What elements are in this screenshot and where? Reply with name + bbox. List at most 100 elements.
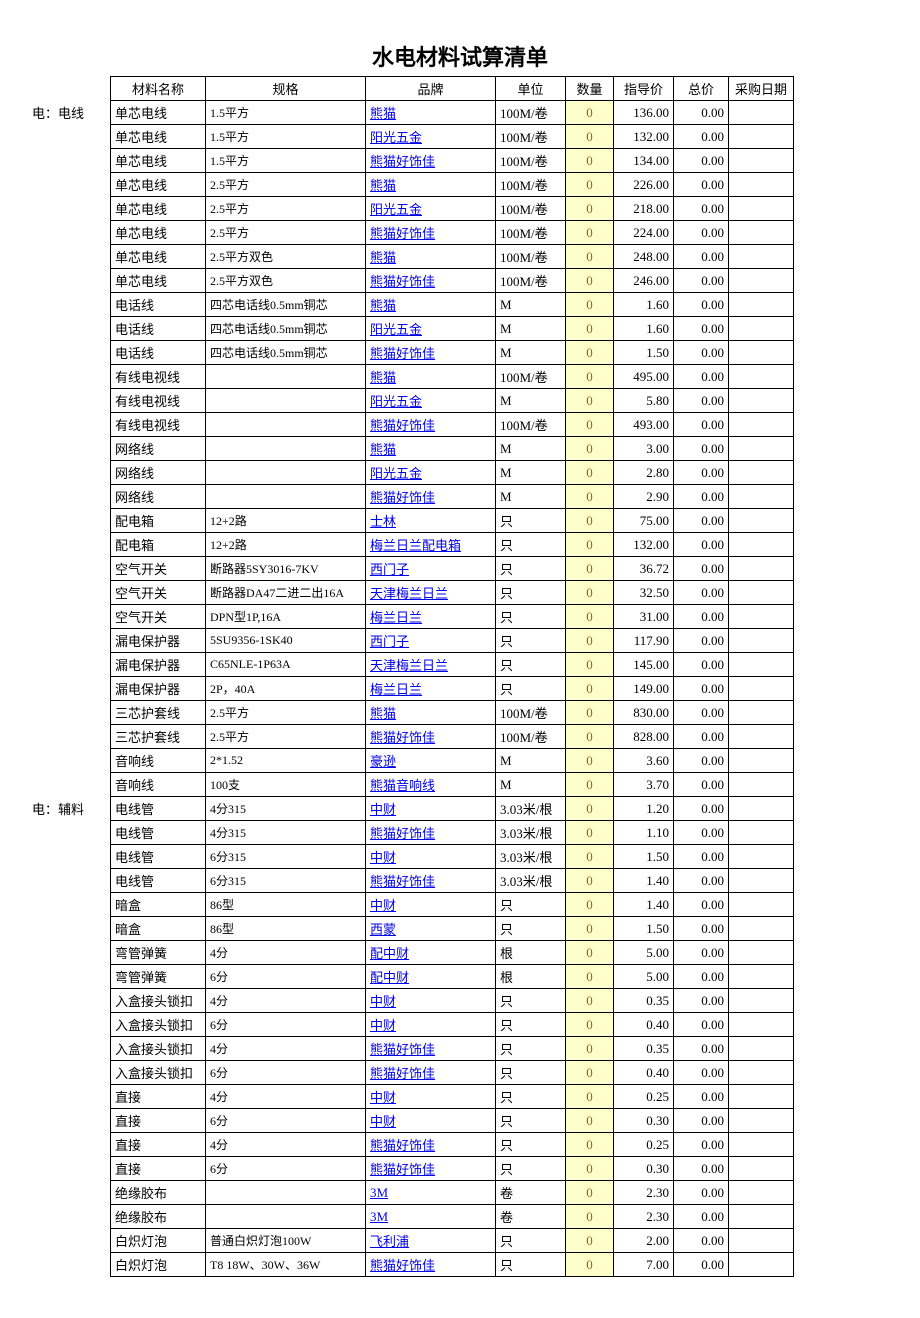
brand-link[interactable]: 熊猫好饰佳 [370, 1066, 435, 1081]
brand-link[interactable]: 熊猫好饰佳 [370, 730, 435, 745]
cell-date[interactable] [729, 389, 794, 413]
brand-link[interactable]: 熊猫 [370, 706, 396, 721]
brand-link[interactable]: 豪逊 [370, 754, 396, 769]
cell-qty[interactable]: 0 [566, 1253, 614, 1277]
cell-date[interactable] [729, 1253, 794, 1277]
cell-qty[interactable]: 0 [566, 1109, 614, 1133]
cell-qty[interactable]: 0 [566, 341, 614, 365]
brand-link[interactable]: 熊猫好饰佳 [370, 418, 435, 433]
cell-date[interactable] [729, 1181, 794, 1205]
brand-link[interactable]: 阳光五金 [370, 322, 422, 337]
cell-qty[interactable]: 0 [566, 941, 614, 965]
brand-link[interactable]: 阳光五金 [370, 130, 422, 145]
cell-qty[interactable]: 0 [566, 437, 614, 461]
cell-date[interactable] [729, 365, 794, 389]
cell-qty[interactable]: 0 [566, 221, 614, 245]
cell-date[interactable] [729, 965, 794, 989]
cell-qty[interactable]: 0 [566, 1205, 614, 1229]
brand-link[interactable]: 飞利浦 [370, 1234, 409, 1249]
cell-qty[interactable]: 0 [566, 725, 614, 749]
cell-qty[interactable]: 0 [566, 677, 614, 701]
cell-date[interactable] [729, 1061, 794, 1085]
brand-link[interactable]: 熊猫 [370, 298, 396, 313]
cell-date[interactable] [729, 701, 794, 725]
brand-link[interactable]: 熊猫好饰佳 [370, 1138, 435, 1153]
brand-link[interactable]: 熊猫好饰佳 [370, 346, 435, 361]
brand-link[interactable]: 配中财 [370, 970, 409, 985]
brand-link[interactable]: 天津梅兰日兰 [370, 586, 448, 601]
brand-link[interactable]: 中财 [370, 1090, 396, 1105]
cell-qty[interactable]: 0 [566, 245, 614, 269]
cell-qty[interactable]: 0 [566, 389, 614, 413]
brand-link[interactable]: 配中财 [370, 946, 409, 961]
cell-qty[interactable]: 0 [566, 629, 614, 653]
cell-date[interactable] [729, 893, 794, 917]
cell-qty[interactable]: 0 [566, 557, 614, 581]
cell-date[interactable] [729, 1037, 794, 1061]
cell-qty[interactable]: 0 [566, 653, 614, 677]
cell-date[interactable] [729, 677, 794, 701]
brand-link[interactable]: 中财 [370, 850, 396, 865]
cell-qty[interactable]: 0 [566, 581, 614, 605]
cell-date[interactable] [729, 317, 794, 341]
brand-link[interactable]: 中财 [370, 898, 396, 913]
cell-qty[interactable]: 0 [566, 1037, 614, 1061]
cell-qty[interactable]: 0 [566, 773, 614, 797]
cell-date[interactable] [729, 197, 794, 221]
cell-qty[interactable]: 0 [566, 1061, 614, 1085]
brand-link[interactable]: 熊猫好饰佳 [370, 1258, 435, 1273]
brand-link[interactable]: 阳光五金 [370, 394, 422, 409]
cell-date[interactable] [729, 1205, 794, 1229]
cell-qty[interactable]: 0 [566, 269, 614, 293]
cell-date[interactable] [729, 533, 794, 557]
cell-qty[interactable]: 0 [566, 893, 614, 917]
cell-date[interactable] [729, 629, 794, 653]
cell-date[interactable] [729, 653, 794, 677]
cell-qty[interactable]: 0 [566, 749, 614, 773]
brand-link[interactable]: 熊猫 [370, 250, 396, 265]
cell-qty[interactable]: 0 [566, 701, 614, 725]
brand-link[interactable]: 中财 [370, 994, 396, 1009]
cell-date[interactable] [729, 509, 794, 533]
brand-link[interactable]: 熊猫好饰佳 [370, 874, 435, 889]
cell-date[interactable] [729, 1013, 794, 1037]
cell-qty[interactable]: 0 [566, 125, 614, 149]
cell-qty[interactable]: 0 [566, 149, 614, 173]
cell-date[interactable] [729, 485, 794, 509]
brand-link[interactable]: 熊猫好饰佳 [370, 1042, 435, 1057]
cell-qty[interactable]: 0 [566, 1157, 614, 1181]
brand-link[interactable]: 熊猫好饰佳 [370, 154, 435, 169]
cell-qty[interactable]: 0 [566, 101, 614, 125]
brand-link[interactable]: 熊猫音响线 [370, 778, 435, 793]
cell-qty[interactable]: 0 [566, 1085, 614, 1109]
brand-link[interactable]: 西蒙 [370, 922, 396, 937]
brand-link[interactable]: 梅兰日兰配电箱 [370, 538, 461, 553]
cell-qty[interactable]: 0 [566, 821, 614, 845]
cell-qty[interactable]: 0 [566, 989, 614, 1013]
cell-date[interactable] [729, 413, 794, 437]
cell-qty[interactable]: 0 [566, 173, 614, 197]
cell-date[interactable] [729, 1109, 794, 1133]
cell-date[interactable] [729, 917, 794, 941]
brand-link[interactable]: 熊猫 [370, 442, 396, 457]
cell-date[interactable] [729, 749, 794, 773]
cell-qty[interactable]: 0 [566, 1229, 614, 1253]
cell-date[interactable] [729, 101, 794, 125]
cell-qty[interactable]: 0 [566, 965, 614, 989]
cell-date[interactable] [729, 149, 794, 173]
cell-qty[interactable]: 0 [566, 845, 614, 869]
brand-link[interactable]: 熊猫好饰佳 [370, 1162, 435, 1177]
cell-date[interactable] [729, 869, 794, 893]
brand-link[interactable]: 熊猫好饰佳 [370, 826, 435, 841]
cell-qty[interactable]: 0 [566, 461, 614, 485]
cell-date[interactable] [729, 797, 794, 821]
cell-date[interactable] [729, 269, 794, 293]
brand-link[interactable]: 西门子 [370, 562, 409, 577]
brand-link[interactable]: 中财 [370, 1114, 396, 1129]
cell-qty[interactable]: 0 [566, 605, 614, 629]
cell-qty[interactable]: 0 [566, 413, 614, 437]
cell-date[interactable] [729, 557, 794, 581]
cell-qty[interactable]: 0 [566, 197, 614, 221]
cell-qty[interactable]: 0 [566, 365, 614, 389]
cell-date[interactable] [729, 293, 794, 317]
